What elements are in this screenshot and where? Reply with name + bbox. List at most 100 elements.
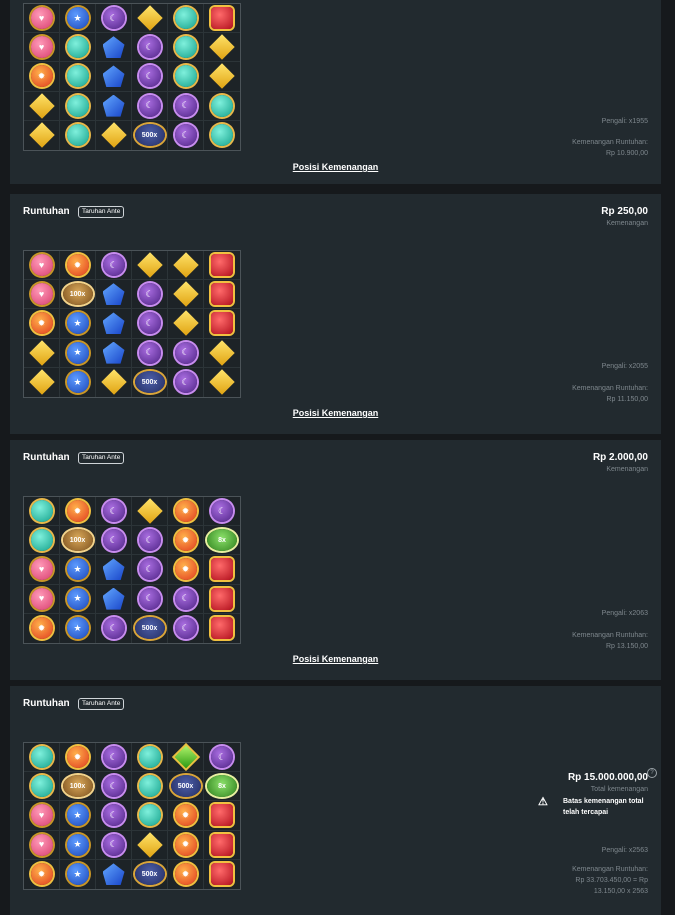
- cascade-win-value-line2: 13.150,00 x 2563: [593, 888, 648, 895]
- heart-gem-icon: ♥: [30, 587, 53, 610]
- reel-cell: ☾: [96, 526, 132, 556]
- info-icon[interactable]: ?: [647, 768, 657, 778]
- red-gem-icon: [211, 312, 233, 335]
- reel-cell: ✹: [24, 62, 60, 92]
- reel-cell: ★: [60, 801, 96, 831]
- reel-cell: [204, 92, 240, 121]
- blue-gem-icon: [102, 587, 125, 610]
- win-positions-link[interactable]: Posisi Kemenangan: [10, 162, 661, 172]
- cascade-title: Runtuhan: [23, 698, 70, 709]
- teal-gem-icon: [174, 36, 197, 59]
- limit-text: Batas kemenangan total telah tercapai: [563, 798, 644, 816]
- teal-gem-icon: [138, 746, 161, 769]
- reel-grid: ♥ ★ ☾ ♥ ☾ ✹ ☾ ☾ ☾ 500x ☾: [23, 3, 241, 151]
- teal-gem-icon: [211, 124, 233, 147]
- reel-cell: [132, 772, 168, 802]
- reel-cell: ☾: [168, 613, 204, 643]
- moon-gem-icon: ☾: [138, 65, 161, 88]
- red-gem-icon: [211, 863, 233, 886]
- sun-gem-icon: ✹: [174, 558, 197, 581]
- heart-gem-icon: ♥: [30, 36, 53, 59]
- teal-gem-icon: [30, 529, 53, 552]
- cascade-win-label: Kemenangan Runtuhan:: [572, 139, 648, 146]
- reel-cell: 100x: [60, 280, 96, 310]
- red-gem-icon: [211, 558, 233, 581]
- reel-cell: [168, 251, 204, 281]
- blue-gem-icon: [102, 283, 125, 306]
- cascade-win-value: Rp 11.150,00: [606, 396, 648, 403]
- gold-gem-icon: [136, 498, 163, 524]
- moon-gem-icon: ☾: [174, 341, 197, 364]
- reel-cell: ★: [60, 367, 96, 397]
- gold-gem-icon: [28, 339, 55, 366]
- reel-cell: ☾: [96, 613, 132, 643]
- reel-cell: ☾: [132, 62, 168, 92]
- red-gem-icon: [211, 283, 233, 306]
- reel-cell: 500x: [132, 367, 168, 397]
- multiplier-symbol-icon: 500x: [134, 124, 165, 147]
- teal-gem-icon: [30, 775, 53, 798]
- reel-cell: [204, 309, 240, 339]
- reel-cell: 8x: [204, 772, 240, 802]
- reel-cell: ☾: [132, 91, 168, 121]
- reel-cell: [204, 555, 240, 585]
- sun-gem-icon: ✹: [174, 833, 197, 856]
- reel-cell: [132, 743, 168, 773]
- reel-cell: ♥: [24, 584, 60, 614]
- moon-gem-icon: ☾: [102, 746, 125, 769]
- blue-gem-icon: [102, 36, 125, 59]
- reel-cell: [132, 4, 168, 34]
- multiplier-symbol-icon: 500x: [170, 775, 201, 798]
- moon-gem-icon: ☾: [138, 587, 161, 610]
- win-amount: Rp 250,00: [601, 206, 648, 217]
- teal-gem-icon: [66, 124, 89, 147]
- sun-gem-icon: ✹: [66, 746, 89, 769]
- teal-gem-icon: [174, 7, 197, 30]
- teal-gem-icon: [66, 94, 89, 117]
- reel-cell: [24, 120, 60, 150]
- reel-cell: ★: [60, 830, 96, 860]
- gold-gem-icon: [28, 92, 55, 119]
- reel-grid: ♥ ✹ ☾ ♥ 100x ☾ ✹ ★ ☾ ★ ☾ ☾ ★ 500x ☾: [23, 250, 241, 398]
- reel-cell: ✹: [168, 526, 204, 556]
- reel-cell: [96, 584, 132, 614]
- win-positions-link[interactable]: Posisi Kemenangan: [10, 654, 661, 664]
- reel-cell: [96, 309, 132, 339]
- moon-gem-icon: ☾: [138, 283, 161, 306]
- moon-gem-icon: ☾: [211, 746, 233, 769]
- star-gem-icon: ★: [66, 804, 89, 827]
- sun-gem-icon: ✹: [174, 529, 197, 552]
- moon-gem-icon: ☾: [138, 94, 161, 117]
- reel-cell: [24, 497, 60, 527]
- win-positions-link[interactable]: Posisi Kemenangan: [10, 408, 661, 418]
- reel-cell: [96, 338, 132, 368]
- teal-gem-icon: [30, 746, 53, 769]
- red-gem-icon: [211, 617, 233, 640]
- reel-cell: [204, 251, 240, 281]
- reel-cell: [168, 309, 204, 339]
- reel-cell: [204, 280, 240, 310]
- star-gem-icon: ★: [66, 312, 89, 335]
- win-label: Kemenangan: [606, 466, 648, 473]
- gold-gem-icon: [172, 252, 199, 278]
- reel-cell: 500x: [168, 772, 204, 802]
- reel-cell: [96, 859, 132, 889]
- sun-gem-icon: ✹: [30, 312, 53, 335]
- reel-cell: [168, 33, 204, 63]
- reel-cell: [60, 33, 96, 63]
- multiplier-text: Pengali: x2063: [601, 610, 648, 617]
- reel-cell: ♥: [24, 830, 60, 860]
- reel-cell: ★: [60, 555, 96, 585]
- star-gem-icon: ★: [66, 617, 89, 640]
- gold-gem-icon: [209, 339, 235, 366]
- teal-gem-icon: [66, 65, 89, 88]
- moon-gem-icon: ☾: [174, 371, 197, 394]
- reel-cell: ☾: [168, 584, 204, 614]
- reel-cell: [204, 614, 240, 643]
- gold-gem-icon: [209, 63, 235, 90]
- moon-gem-icon: ☾: [102, 7, 125, 30]
- reel-cell: [204, 4, 240, 34]
- multiplier-text: Pengali: x2055: [601, 363, 648, 370]
- sun-gem-icon: ✹: [30, 863, 53, 886]
- sun-gem-icon: ✹: [174, 863, 197, 886]
